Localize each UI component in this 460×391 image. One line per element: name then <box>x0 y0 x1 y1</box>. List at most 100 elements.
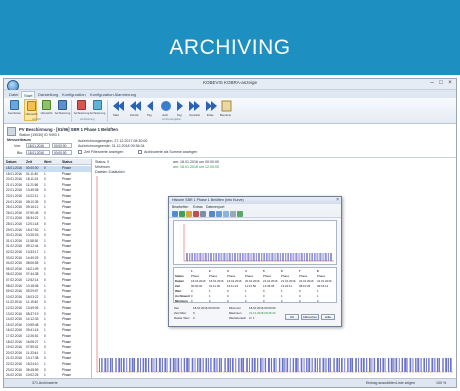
table-cell: 0 <box>317 299 319 303</box>
dialog-pulse-bar <box>189 253 190 261</box>
export-icon[interactable] <box>237 211 243 217</box>
table-cell: 08:10:35 <box>299 284 311 288</box>
dialog-pulse-bar <box>294 253 296 261</box>
pulse-bar <box>175 358 177 372</box>
dialog-pulse-bar <box>291 253 293 261</box>
pulse-bar <box>210 358 212 372</box>
dialog-pulse-bar <box>214 253 216 261</box>
pulse-bar <box>140 358 141 372</box>
refresh-icon[interactable] <box>179 211 185 217</box>
table-cell: 0 <box>245 299 247 303</box>
print-icon[interactable] <box>200 211 206 217</box>
to-time-field[interactable]: 00:00:00 <box>52 150 72 155</box>
table-cell: 0 <box>263 294 265 298</box>
pulse-bar <box>327 358 330 372</box>
table-cell: 13:45:08 <box>263 284 275 288</box>
pulse-bar <box>420 358 422 372</box>
dialog-pulse-bar <box>299 253 301 261</box>
open-icon[interactable] <box>172 211 178 217</box>
pulse-bar <box>107 358 109 372</box>
pulse-bar <box>442 358 444 372</box>
application-window: KOBEVIS KOBRA-anzeige – □ × Datei Start … <box>3 78 457 388</box>
dialog-pulse-bar <box>306 253 307 261</box>
cancel-button[interactable]: Abbrechen <box>301 314 319 320</box>
tab-konfiguration-alarmierung[interactable]: Konfiguration Alarmierung <box>88 91 138 98</box>
table-cell: Status <box>175 274 184 278</box>
table-icon[interactable] <box>223 211 229 217</box>
user-icon[interactable] <box>221 100 232 112</box>
table-cell: 18.01.2016 <box>209 279 224 283</box>
dialog-pulse-bar <box>331 253 332 261</box>
pulse-bar <box>232 358 234 372</box>
from-date-field[interactable]: 18.01.2016 <box>26 143 50 148</box>
pulse-bar <box>270 358 273 372</box>
settings-icon[interactable] <box>230 211 236 217</box>
dialog-pulse-bar <box>273 253 275 261</box>
pulse-bar <box>347 358 349 372</box>
pulse-bar <box>431 358 434 372</box>
dialog-pulse-bar <box>218 253 219 261</box>
tab-start[interactable]: Start <box>21 91 36 98</box>
pulse-bar <box>180 358 182 372</box>
sum-checkbox[interactable] <box>138 150 142 154</box>
filter-checkbox[interactable] <box>78 150 82 154</box>
pulse-bar <box>264 358 267 372</box>
zoom-icon[interactable] <box>209 211 215 217</box>
dialog-table: 1 2 3 4 5 6 7 8 Status Phase Phase Phase Phase Phase P… <box>173 267 337 303</box>
table-cell: 11:21:56 <box>245 284 257 288</box>
dialog-pulse-bar <box>270 253 272 261</box>
dialog-pulse-bar <box>205 253 206 261</box>
table-cell: 1 <box>281 294 283 298</box>
pulse-bar <box>450 358 452 372</box>
ribbon-button-kennlinien[interactable]: Kennlinien <box>8 99 21 121</box>
ok-button[interactable]: OK <box>285 314 299 320</box>
pulse-bar <box>317 358 318 372</box>
from-time-field[interactable]: 00:00:00 <box>52 143 72 148</box>
table-cell: 0 <box>263 289 265 293</box>
ribbon-button-uebersicht[interactable]: Übersicht <box>40 99 53 121</box>
nav-day-back-icon[interactable] <box>147 101 153 111</box>
ribbon-button-archivierung-1[interactable]: Archivierung <box>55 99 70 121</box>
tab-konfiguration[interactable]: Konfiguration <box>60 91 88 98</box>
delete-icon[interactable] <box>193 211 199 217</box>
dialog-pulse-bar <box>253 253 254 261</box>
pulse-bar <box>202 358 204 372</box>
table-cell: Archivwert <box>175 294 190 298</box>
info-title: PV Beschirmung - [91/96] SBR 1 Phase 1 B… <box>19 127 118 132</box>
dialog-pulse-bar <box>302 253 304 261</box>
close-icon[interactable]: × <box>446 80 454 87</box>
save-icon[interactable] <box>186 211 192 217</box>
pulse-bar <box>351 358 354 372</box>
pulse-bar <box>289 358 291 372</box>
save-icon <box>58 100 67 110</box>
pulse-bar <box>439 358 440 372</box>
pulse-bar <box>434 358 436 372</box>
table-cell: Phase <box>191 274 200 278</box>
dialog-chart[interactable] <box>173 220 337 265</box>
to-date-field[interactable]: 18.01.2016 <box>26 150 50 155</box>
help-button[interactable]: Hilfe <box>321 314 335 320</box>
table-cell: 22.01.2016 <box>317 279 332 283</box>
dialog-footer: Zeit 18.01.2016 00:00:00 Zeit Filter 0 R… <box>173 305 337 325</box>
pulse-bar <box>229 358 231 372</box>
maximize-icon[interactable]: □ <box>437 80 445 87</box>
dialog-pulse-bar <box>259 253 260 261</box>
nav-day-forward-icon[interactable] <box>177 101 183 111</box>
dialog-pulse-bar <box>190 253 192 261</box>
dialog-close-icon[interactable]: × <box>336 197 339 204</box>
dialog-pulse-bar <box>304 253 305 261</box>
dialog-pulse-bar <box>208 253 209 261</box>
pulse-bar <box>205 358 208 372</box>
tab-darstellung[interactable]: Darstellung <box>36 91 60 98</box>
pulse-bar <box>109 358 112 372</box>
minimize-icon[interactable]: – <box>428 80 436 87</box>
table-header-cell: 8 <box>317 269 319 273</box>
chart-icon[interactable] <box>216 211 222 217</box>
nav-now-icon[interactable] <box>161 101 171 111</box>
pulse-bar <box>395 358 398 372</box>
table-cell: 16:11:24 <box>227 284 239 288</box>
status-count: 371 Archivwerte <box>32 381 58 385</box>
dialog-pulse-bar <box>307 253 308 261</box>
dialog-pulse-bars <box>186 253 332 261</box>
tab-datei[interactable]: Datei <box>7 91 20 98</box>
